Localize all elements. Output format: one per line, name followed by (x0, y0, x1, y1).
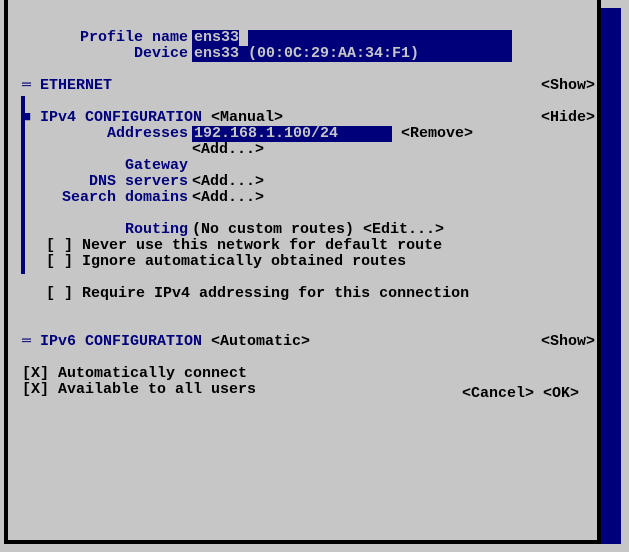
label-all-users: Available to all users (58, 382, 256, 398)
bullet-ipv6: ═ (22, 334, 40, 350)
section-ipv4: ■ IPv4 CONFIGURATION <Manual> <Hide> (22, 110, 595, 126)
section-ethernet: ═ ETHERNET <Show> (22, 78, 595, 94)
section-title-ipv4: IPv4 CONFIGURATION (40, 110, 202, 126)
row-profile-name: Profile name ens33_ (22, 30, 595, 46)
dialog-frame: Profile name ens33_ Device ens33 (00:0C:… (4, 0, 601, 544)
button-add-search-domain[interactable]: <Add...> (192, 190, 264, 206)
checkbox-all-users[interactable]: [X] (22, 382, 49, 398)
button-add-address[interactable]: <Add...> (192, 142, 264, 158)
row-device: Device ens33 (00:0C:29:AA:34:F1) (22, 46, 595, 62)
row-chk-require-ipv4: [ ] Require IPv4 addressing for this con… (22, 286, 595, 302)
row-routing: Routing (No custom routes) <Edit...> (22, 222, 595, 238)
row-search-domains: Search domains <Add...> (22, 190, 595, 206)
cancel-button[interactable]: <Cancel> (462, 385, 534, 402)
input-profile-name[interactable]: ens33_ (192, 30, 512, 46)
button-add-dns[interactable]: <Add...> (192, 174, 264, 190)
section-title-ipv6: IPv6 CONFIGURATION (40, 334, 202, 350)
dialog-body: Profile name ens33_ Device ens33 (00:0C:… (22, 30, 595, 398)
row-add-address: <Add...> (22, 142, 595, 158)
section-title-ethernet: ETHERNET (40, 78, 112, 94)
toggle-ipv6-show[interactable]: <Show> (535, 334, 595, 350)
row-chk-never-default: [ ] Never use this network for default r… (22, 238, 595, 254)
button-remove-address[interactable]: <Remove> (401, 126, 473, 142)
label-auto-connect: Automatically connect (58, 366, 247, 382)
row-gateway: Gateway (22, 158, 595, 174)
toggle-ethernet-show[interactable]: <Show> (535, 78, 595, 94)
row-chk-ignore-auto: [ ] Ignore automatically obtained routes (22, 254, 595, 270)
checkbox-require-ipv4[interactable]: [ ] (46, 286, 73, 302)
ipv4-mode-select[interactable]: <Manual> (211, 110, 283, 126)
checkbox-never-default[interactable]: [ ] (46, 238, 73, 254)
toggle-ipv4-hide[interactable]: <Hide> (535, 110, 595, 126)
checkbox-ignore-auto[interactable]: [ ] (46, 254, 73, 270)
ok-button[interactable]: <OK> (543, 385, 579, 402)
button-edit-routing[interactable]: <Edit...> (363, 222, 444, 238)
input-device[interactable]: ens33 (00:0C:29:AA:34:F1) (192, 46, 512, 62)
input-address[interactable]: 192.168.1.100/24 (192, 126, 392, 142)
label-dns: DNS servers (22, 174, 192, 190)
label-device: Device (22, 46, 192, 62)
label-ignore-auto: Ignore automatically obtained routes (82, 254, 406, 270)
label-addresses: Addresses (22, 126, 192, 142)
label-profile-name: Profile name (22, 30, 192, 46)
routing-status: (No custom routes) (192, 222, 354, 238)
bullet-ethernet: ═ (22, 78, 40, 94)
section-ipv6: ═ IPv6 CONFIGURATION <Automatic> <Show> (22, 334, 595, 350)
screen: Edit Connection Profile name ens33_ Devi… (0, 0, 629, 552)
label-routing: Routing (22, 222, 192, 238)
row-dns: DNS servers <Add...> (22, 174, 595, 190)
ipv6-mode-select[interactable]: <Automatic> (211, 334, 310, 350)
label-require-ipv4: Require IPv4 addressing for this connect… (82, 286, 469, 302)
bottom-buttons: <Cancel> <OK> (408, 370, 579, 418)
label-gateway: Gateway (22, 158, 192, 174)
label-never-default: Never use this network for default route (82, 238, 442, 254)
checkbox-auto-connect[interactable]: [X] (22, 366, 49, 382)
row-addresses: Addresses 192.168.1.100/24 <Remove> (22, 126, 595, 142)
label-search-domains: Search domains (22, 190, 192, 206)
ipv4-side-line (21, 96, 25, 274)
